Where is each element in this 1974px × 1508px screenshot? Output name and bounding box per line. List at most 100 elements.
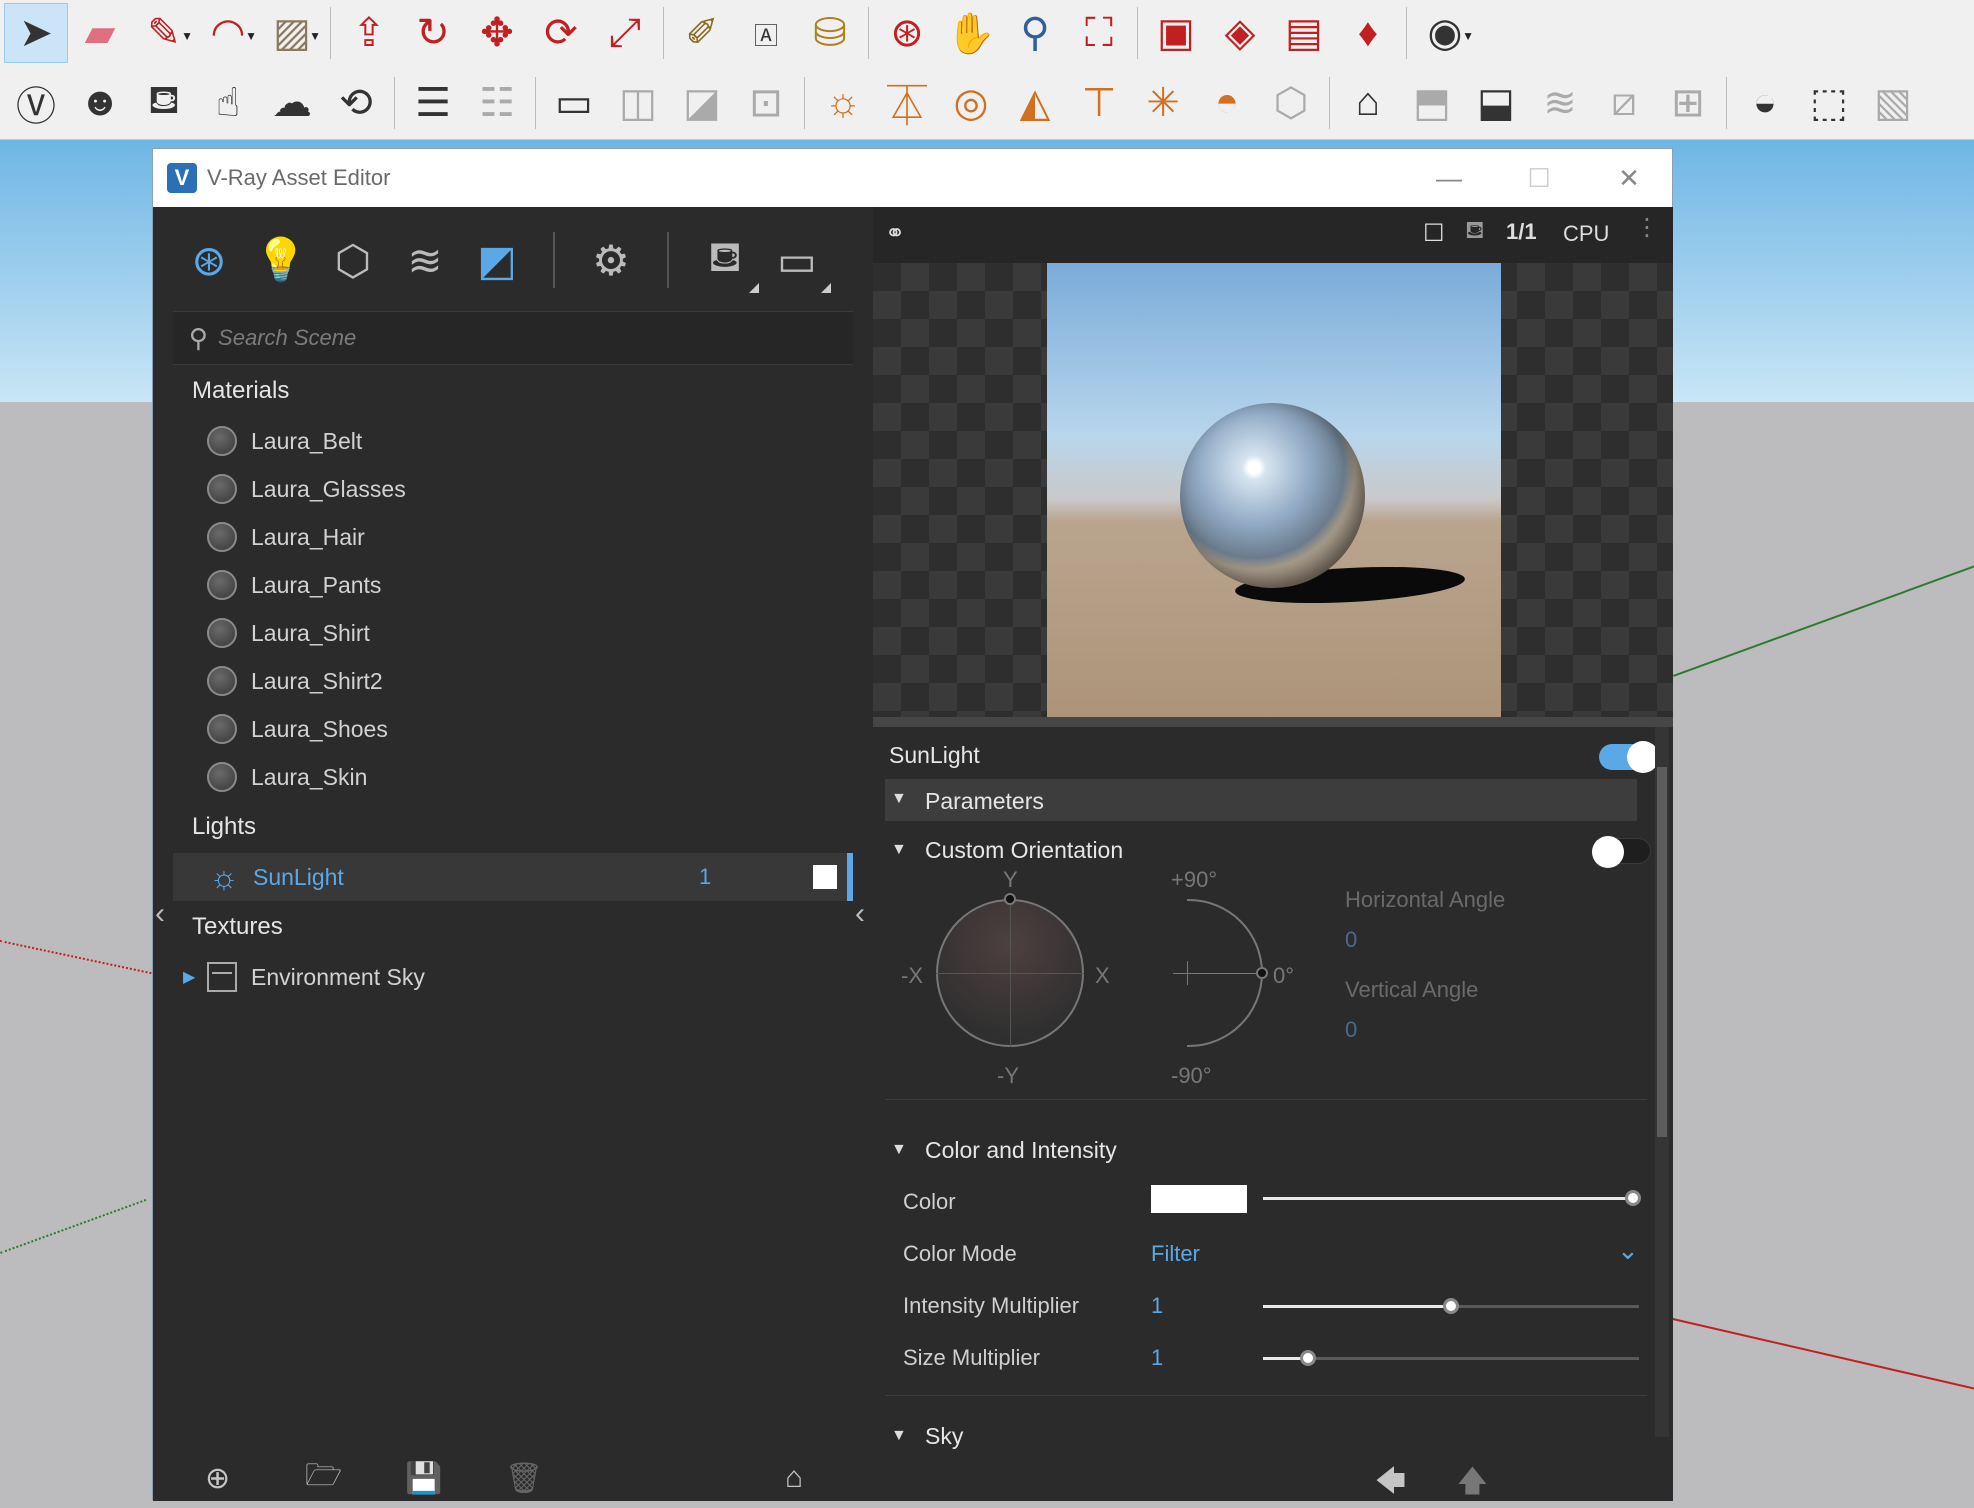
zoom-extents-icon[interactable]: ⛶ bbox=[1067, 3, 1131, 63]
add-asset-icon[interactable]: ⊕ bbox=[205, 1461, 230, 1496]
list-item[interactable]: Laura_Glasses bbox=[173, 465, 853, 513]
arc-icon[interactable]: ◠ ▼ bbox=[196, 3, 260, 63]
light-item-sunlight[interactable]: ☼ SunLight 1 bbox=[173, 853, 853, 901]
lister-icon[interactable]: ☰ bbox=[401, 73, 465, 133]
pack-icon[interactable]: ⬚ bbox=[1797, 73, 1861, 133]
list-item[interactable]: Laura_Pants bbox=[173, 561, 853, 609]
frame-buffer-icon[interactable]: ▭ bbox=[542, 73, 606, 133]
aspect-ratio[interactable]: 1/1 bbox=[1506, 219, 1537, 245]
back-arrow-icon[interactable]: 🡄 bbox=[1375, 1459, 1406, 1508]
push-pull-icon[interactable]: ⇪ bbox=[337, 3, 401, 63]
search-input[interactable] bbox=[218, 325, 819, 351]
list-item[interactable]: Laura_Skin bbox=[173, 753, 853, 801]
preview-splitter[interactable] bbox=[873, 717, 1673, 727]
delete-icon[interactable]: 🗑 bbox=[505, 1461, 543, 1496]
orientation-handle[interactable] bbox=[1004, 893, 1016, 905]
more-menu-icon[interactable]: ⋮ bbox=[1635, 213, 1659, 242]
custom-orientation-toggle[interactable] bbox=[1592, 836, 1651, 868]
ies-light-icon[interactable]: ⊤ bbox=[1067, 73, 1131, 133]
orbit-icon[interactable]: ⊛ bbox=[875, 3, 939, 63]
scroll-thumb[interactable] bbox=[1657, 767, 1667, 1137]
paint-bucket-icon[interactable]: ⛁ bbox=[798, 3, 862, 63]
render-teapot-icon[interactable]: ⛾ bbox=[1465, 217, 1485, 247]
select-icon[interactable]: ➤ bbox=[4, 3, 68, 63]
materials-category-icon[interactable]: ⊛ bbox=[173, 225, 245, 295]
send-to-layout-icon[interactable]: ▤ bbox=[1272, 3, 1336, 63]
collapse-right-icon[interactable]: ‹ bbox=[855, 897, 865, 931]
purge-icon[interactable]: ⌂ bbox=[785, 1461, 803, 1495]
size-multiplier-value[interactable]: 1 bbox=[1151, 1345, 1163, 1371]
omni-light-icon[interactable]: ✳ bbox=[1131, 73, 1195, 133]
render-icon[interactable]: ⛾ bbox=[132, 73, 196, 133]
region-icon[interactable]: ☐ bbox=[1423, 219, 1445, 248]
geometry-category-icon[interactable]: ⬡ bbox=[317, 225, 389, 295]
dome-light-icon[interactable]: ◓ bbox=[1195, 73, 1259, 133]
texture-item-environment-sky[interactable]: ▶ Environment Sky bbox=[173, 953, 853, 1001]
scale-icon[interactable]: ⤢ bbox=[593, 3, 657, 63]
save-icon[interactable]: 💾 bbox=[405, 1461, 442, 1496]
color-swatch[interactable] bbox=[1151, 1185, 1247, 1213]
intensity-slider[interactable] bbox=[1263, 1298, 1639, 1314]
lister-disabled-icon[interactable]: ☷ bbox=[465, 73, 529, 133]
up-arrow-icon[interactable]: 🡅 bbox=[1457, 1459, 1488, 1508]
cloud-render-icon[interactable]: ☁ bbox=[260, 73, 324, 133]
interactive-render-icon[interactable]: ☝ bbox=[196, 73, 260, 133]
rect-light-icon[interactable]: ◎ bbox=[939, 73, 1003, 133]
chevron-down-icon[interactable]: ⌄ bbox=[1617, 1235, 1639, 1266]
collapse-arrow-icon[interactable]: ▼ bbox=[891, 841, 907, 859]
warehouse-icon[interactable]: ▣ bbox=[1144, 3, 1208, 63]
clipper-icon[interactable]: ⧄ bbox=[1592, 73, 1656, 133]
properties-scrollbar[interactable] bbox=[1655, 727, 1669, 1437]
list-item[interactable]: Laura_Shirt bbox=[173, 609, 853, 657]
text-icon[interactable]: 🄰 bbox=[734, 3, 798, 63]
collapse-arrow-icon[interactable]: ▼ bbox=[891, 1427, 907, 1445]
list-item[interactable]: Laura_Belt bbox=[173, 417, 853, 465]
render-elements-category-icon[interactable]: ≋ bbox=[389, 225, 461, 295]
hatch-icon[interactable]: ▧ bbox=[1861, 73, 1925, 133]
collapse-left-icon[interactable]: ‹ bbox=[155, 897, 165, 931]
image-icon[interactable]: ◪ bbox=[670, 73, 734, 133]
infinite-plane-icon[interactable]: ⌂ bbox=[1336, 73, 1400, 133]
move-icon[interactable]: ✥ bbox=[465, 3, 529, 63]
size-slider[interactable] bbox=[1263, 1350, 1639, 1366]
dial-handle[interactable] bbox=[1256, 967, 1268, 979]
render-region-icon[interactable]: ◫ bbox=[606, 73, 670, 133]
rotate-icon[interactable]: ⟳ bbox=[529, 3, 593, 63]
shape-icon[interactable]: ▨ ▼ bbox=[260, 3, 324, 63]
color-mode-select[interactable]: Filter bbox=[1151, 1241, 1200, 1267]
collapse-arrow-icon[interactable]: ▼ bbox=[891, 1141, 907, 1159]
follow-me-icon[interactable]: ↻ bbox=[401, 3, 465, 63]
list-item[interactable]: Laura_Shirt2 bbox=[173, 657, 853, 705]
settings-icon[interactable]: ⚙ bbox=[575, 225, 647, 295]
ruby-gem-icon[interactable]: ♦ bbox=[1336, 3, 1400, 63]
close-button[interactable]: ✕ bbox=[1584, 149, 1674, 207]
horizontal-angle-value[interactable]: 0 bbox=[1345, 927, 1357, 953]
maximize-button[interactable]: ☐ bbox=[1494, 149, 1584, 207]
batch-render-icon[interactable]: ⟲ bbox=[324, 73, 388, 133]
mesh-light-icon[interactable]: ⬡ bbox=[1259, 73, 1323, 133]
vray-logo-icon[interactable]: Ⓥ bbox=[4, 73, 68, 133]
list-item[interactable]: Laura_Hair bbox=[173, 513, 853, 561]
fur-icon[interactable]: ≋ bbox=[1528, 73, 1592, 133]
user-icon[interactable]: ◉ ▼ bbox=[1413, 3, 1477, 63]
sun-light-icon[interactable]: ☼ bbox=[811, 73, 875, 133]
open-file-icon[interactable]: 🗁 bbox=[305, 1453, 342, 1504]
vertical-angle-value[interactable]: 0 bbox=[1345, 1017, 1357, 1043]
list-item[interactable]: Laura_Shoes bbox=[173, 705, 853, 753]
render-engine[interactable]: CPU bbox=[1563, 221, 1609, 247]
render-teapot-icon[interactable]: ⛾ bbox=[689, 225, 761, 295]
window-titlebar[interactable]: V V-Ray Asset Editor — ☐ ✕ bbox=[153, 149, 1672, 207]
lights-category-icon[interactable]: 💡 bbox=[245, 225, 317, 295]
asset-editor-icon[interactable]: ☻ bbox=[68, 73, 132, 133]
mesh-icon[interactable]: ⊞ bbox=[1656, 73, 1720, 133]
expand-arrow-icon[interactable]: ▶ bbox=[183, 967, 195, 987]
asset-enabled-toggle[interactable] bbox=[1599, 741, 1659, 773]
textures-category-icon[interactable]: ◩ bbox=[461, 225, 533, 295]
minimize-button[interactable]: — bbox=[1404, 149, 1494, 207]
intensity-multiplier-value[interactable]: 1 bbox=[1151, 1293, 1163, 1319]
pan-icon[interactable]: ✋ bbox=[939, 3, 1003, 63]
eraser-icon[interactable]: ▰ bbox=[68, 3, 132, 63]
pencil-icon[interactable]: ✎ ▼ bbox=[132, 3, 196, 63]
color-slider[interactable] bbox=[1263, 1190, 1641, 1206]
frame-buffer-icon[interactable]: ▭ bbox=[761, 225, 833, 295]
